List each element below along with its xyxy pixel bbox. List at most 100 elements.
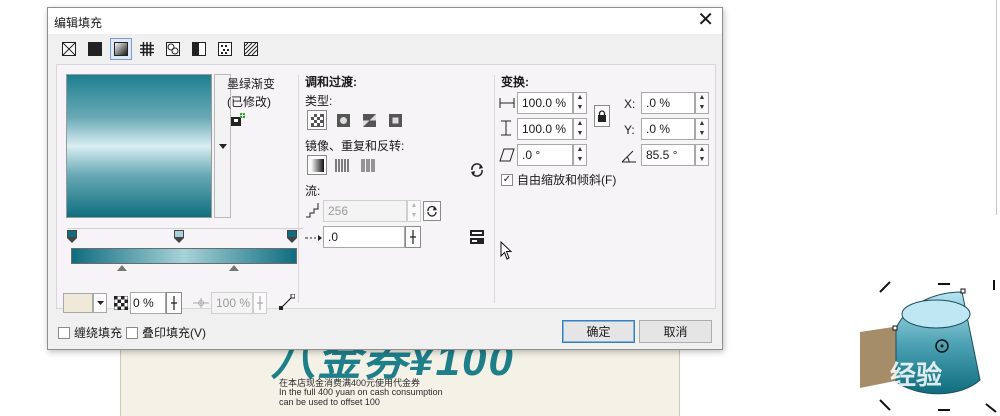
reverse-icon[interactable] [469,162,485,178]
node-color-swatch[interactable] [63,293,93,313]
default-fill-button[interactable] [307,155,327,175]
free-scale-label: 自由缩放和倾斜(F) [517,173,617,187]
repeat-icon [361,158,375,172]
fill-preview-swatch[interactable] [66,74,212,218]
watermark-text: 经验 [890,360,942,390]
linear-type-icon [310,113,324,127]
rectangular-fill-type-button[interactable] [385,110,405,130]
elliptical-fill-type-button[interactable] [333,110,353,130]
slider-icon [171,296,177,310]
wrap-fill-option[interactable]: 缠绕填充 [58,324,122,341]
midpoint-marker-1[interactable] [117,265,127,271]
type-label: 类型: [305,94,333,108]
overprint-fill-checkbox[interactable] [126,326,138,339]
steps-lock-button[interactable] [423,201,441,221]
preset-modified: (已修改) [227,95,271,109]
mouse-cursor-icon [500,241,513,260]
linear-fill-type-button[interactable] [307,110,327,130]
lock-icon [598,110,606,122]
add-preset-icon[interactable] [231,113,245,127]
node-position-input[interactable]: 100 % [211,292,253,314]
node-color-dropdown[interactable] [93,293,107,313]
steps-input[interactable]: 256 [323,200,407,222]
poster-line-en1: In the full 400 yuan on cash consumption [279,387,443,397]
postscript-fill-button[interactable] [240,38,262,60]
color-stop-mid[interactable] [174,230,184,244]
skew-spinner[interactable]: ▲ ▼ [573,144,587,166]
x-offset-input[interactable]: .0 % [641,92,695,114]
gradient-bar[interactable] [71,248,297,264]
selected-shape[interactable]: 经验 [860,270,1000,416]
skew-input[interactable]: .0 ° [517,144,573,166]
node-position-icon [193,298,209,308]
wrap-fill-checkbox[interactable] [58,326,70,339]
slider-icon [410,230,416,244]
fill-height-input[interactable]: 100.0 % [517,118,573,140]
fill-settings-panel: 墨绿渐变 (已修改) 0 % 100 % 调和过渡: 类型: 镜像、重复和反转:… [56,64,716,314]
ok-button[interactable]: 确定 [562,320,635,343]
rotate-icon [621,150,636,163]
fountain-fill-button[interactable] [110,38,132,60]
free-scale-checkbox[interactable]: ✓ [501,173,513,186]
gradient-default-icon [310,158,324,172]
dialog-title: 编辑填充 [54,16,103,30]
elliptical-type-icon [336,113,350,127]
flow-label: 流: [305,184,321,198]
mirror-fill-button[interactable] [333,155,353,175]
interactive-fill-tool-icon[interactable] [279,294,295,310]
midpoint-marker-2[interactable] [229,265,239,271]
cancel-button[interactable]: 取消 [639,320,712,343]
chevron-down-icon [218,143,227,149]
texture-fill-button[interactable] [214,38,236,60]
node-transparency-input[interactable]: 0 % [130,292,166,314]
slider-icon [257,296,263,310]
rotate-spinner[interactable]: ▲ ▼ [695,144,709,166]
bitmap-pattern-button[interactable] [162,38,184,60]
smooth-transition-icon[interactable] [469,229,485,245]
fill-width-input[interactable]: 100.0 % [517,92,573,114]
vector-pattern-button[interactable] [136,38,158,60]
close-icon[interactable]: ✕ [697,10,714,30]
separator-2 [494,75,495,303]
uniform-fill-icon [88,42,102,56]
separator-1 [298,75,299,303]
acceleration-icon [305,235,322,241]
color-stop-start[interactable] [67,230,77,244]
rotate-input[interactable]: 85.5 ° [641,144,695,166]
fountain-fill-icon [114,42,128,56]
color-stop-end[interactable] [287,230,297,244]
two-color-pattern-button[interactable] [188,38,210,60]
mirror-icon [335,158,349,172]
y-offset-input[interactable]: .0 % [641,118,695,140]
acceleration-slider-button[interactable] [405,226,421,248]
steps-icon [306,203,319,218]
repeat-fill-button[interactable] [359,155,379,175]
conical-fill-type-button[interactable] [359,110,379,130]
free-scale-option[interactable]: ✓ 自由缩放和倾斜(F) [501,171,616,188]
fill-height-spinner[interactable]: ▲ ▼ [573,118,587,140]
position-slider-button[interactable] [253,292,267,314]
title-bar: 编辑填充 ✕ [48,8,722,34]
acceleration-input[interactable]: .0 [323,226,405,248]
y-offset-spinner[interactable]: ▲ ▼ [695,118,709,140]
uniform-fill-button[interactable] [84,38,106,60]
no-fill-button[interactable] [58,38,80,60]
overprint-fill-option[interactable]: 叠印填充(V) [126,324,206,341]
none-fill-icon [62,42,76,56]
fill-width-icon [499,98,515,108]
rectangular-type-icon [388,113,402,127]
x-offset-spinner[interactable]: ▲ ▼ [695,92,709,114]
texture-fill-icon [218,42,232,56]
x-label: X: [624,97,636,111]
edit-fill-dialog: 编辑填充 ✕ 墨绿渐变 (已修改) 0 % 100 % 调和过渡: 类型: 镜像… [47,7,723,350]
lock-ratio-button[interactable] [594,105,610,127]
blend-header: 调和过渡: [305,75,357,89]
preset-name: 墨绿渐变 [227,77,276,91]
chevron-down-icon [96,301,104,305]
mirror-label: 镜像、重复和反转: [305,139,405,153]
transparency-slider-button[interactable] [166,292,182,314]
steps-spinner[interactable]: ▲ ▼ [407,200,421,222]
two-color-pattern-icon [192,42,206,56]
wrap-fill-label: 缠绕填充 [74,326,123,340]
fill-width-spinner[interactable]: ▲ ▼ [573,92,587,114]
